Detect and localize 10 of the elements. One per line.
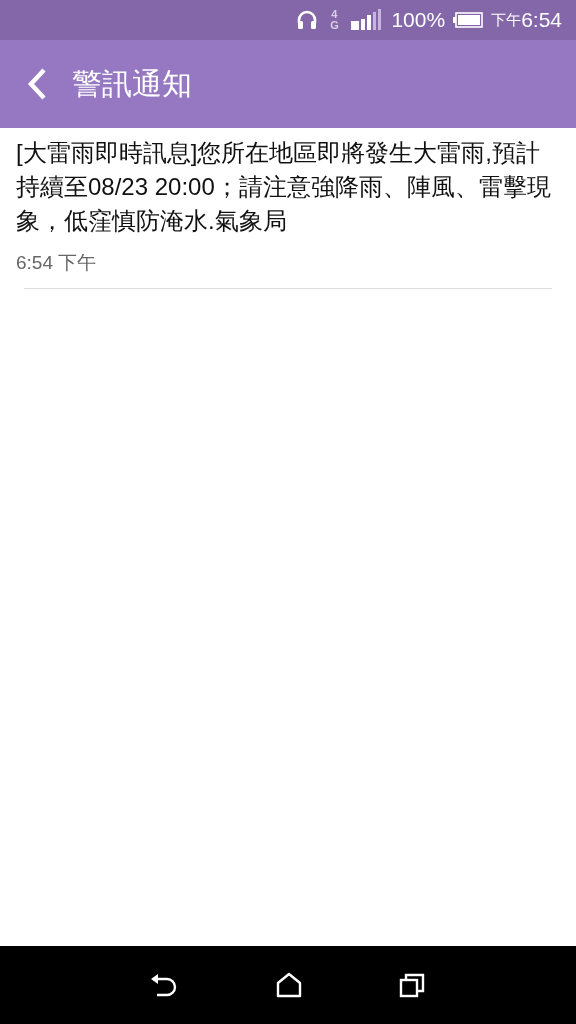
battery-level: 100%	[391, 8, 446, 32]
battery-icon	[453, 12, 484, 28]
signal-icon	[349, 9, 384, 31]
alert-message: [大雷雨即時訊息]您所在地區即將發生大雷雨,預計持續至08/23 20:00；請注意強降雨、陣風、雷擊現象，低窪慎防淹水.氣象局	[16, 138, 552, 236]
home-icon[interactable]	[276, 972, 302, 998]
message-time: 6:54 下午	[16, 251, 98, 275]
network-type: 4G	[329, 9, 340, 31]
screen-title: 警訊通知	[72, 65, 192, 102]
clock-period: 下午	[491, 10, 522, 30]
clock: 6:54	[521, 8, 562, 32]
